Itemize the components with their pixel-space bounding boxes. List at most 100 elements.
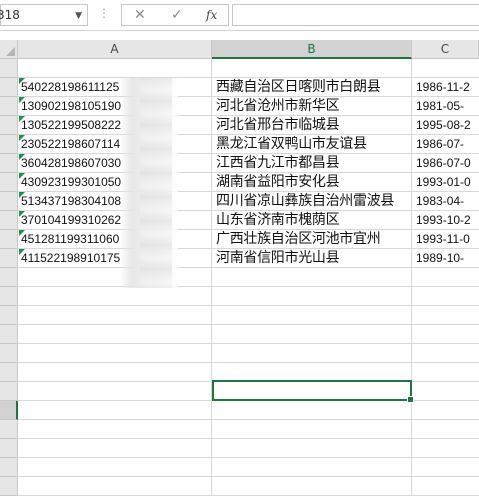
active-cell-selection[interactable]: [212, 380, 414, 403]
row-header[interactable]: 3: [0, 287, 18, 306]
cell-c[interactable]: 1981-05-: [416, 97, 479, 116]
number-as-text-flag-icon[interactable]: [19, 97, 25, 103]
column-header-a[interactable]: A: [18, 40, 212, 59]
number-as-text-flag-icon[interactable]: [19, 135, 25, 141]
cell-a[interactable]: 451281199311060: [21, 230, 212, 249]
row-header[interactable]: 0: [0, 230, 18, 249]
row-header-label: 1: [16, 61, 17, 75]
cell-a[interactable]: 130902198105190: [21, 97, 212, 116]
cell-c[interactable]: 1986-11-2: [416, 78, 479, 97]
cell-b[interactable]: 西藏自治区日喀则市白朗县: [216, 78, 410, 97]
chevron-down-icon[interactable]: ▼: [75, 6, 82, 26]
row-header[interactable]: 6: [0, 154, 18, 173]
row-header-label: 9: [15, 403, 16, 417]
row-header-label: 7: [16, 175, 17, 189]
cell-b[interactable]: 河北省邢台市临城县: [216, 116, 410, 135]
row-header[interactable]: 1: [0, 439, 18, 458]
row-header-label: 6: [16, 346, 17, 360]
cell-a[interactable]: [21, 59, 212, 78]
cell-b[interactable]: 江西省九江市都昌县: [216, 154, 410, 173]
row-header[interactable]: 3: [0, 477, 18, 496]
row-gridline: [18, 476, 479, 477]
row-header[interactable]: 8: [0, 382, 18, 401]
cell-b[interactable]: 山东省济南市槐荫区: [216, 211, 410, 230]
cell-c[interactable]: 1989-10-: [416, 249, 479, 268]
row-header[interactable]: 4: [0, 116, 18, 135]
number-as-text-flag-icon[interactable]: [19, 78, 25, 84]
cell-a[interactable]: 370104199310262: [21, 211, 212, 230]
formula-bar-grip-icon[interactable]: ⋮: [98, 7, 110, 19]
cell-c[interactable]: 1986-07-: [416, 135, 479, 154]
row-gridline: [18, 438, 479, 439]
cell-a[interactable]: 130522199508222: [21, 116, 212, 135]
row-header-label: 0: [16, 232, 17, 246]
row-header[interactable]: 1: [0, 59, 18, 78]
cell-a[interactable]: 230522198607114: [21, 135, 212, 154]
number-as-text-flag-icon[interactable]: [19, 173, 25, 179]
column-header-b[interactable]: B: [212, 40, 412, 59]
redaction-blur: [140, 78, 172, 288]
column-header-c[interactable]: C: [412, 40, 479, 59]
cell-c[interactable]: 1993-11-0: [416, 230, 479, 249]
name-box[interactable]: 318 ▼: [0, 4, 88, 26]
row-header[interactable]: 7: [0, 363, 18, 382]
cancel-icon[interactable]: ✕: [134, 7, 146, 23]
column-gridline: [411, 59, 412, 496]
cell-c[interactable]: 1983-04-: [416, 192, 479, 211]
row-header-label: 7: [16, 365, 17, 379]
row-header-label: 3: [16, 479, 17, 493]
row-header[interactable]: 0: [0, 420, 18, 439]
cell-b[interactable]: 黑龙江省双鸭山市友谊县: [216, 135, 410, 154]
cell-a[interactable]: 430923199301050: [21, 173, 212, 192]
row-header-label: 4: [16, 118, 17, 132]
formula-input[interactable]: [232, 4, 479, 26]
row-header[interactable]: 6: [0, 344, 18, 363]
row-header-label: 0: [16, 422, 17, 436]
cell-b[interactable]: 广西壮族自治区河池市宜州: [216, 230, 410, 249]
cell-b[interactable]: 湖南省益阳市安化县: [216, 173, 410, 192]
cell-b[interactable]: 四川省凉山彝族自治州雷波县: [216, 192, 410, 211]
enter-icon[interactable]: ✓: [171, 7, 183, 23]
cell-a[interactable]: 540228198611125: [21, 78, 212, 97]
row-header[interactable]: 5: [0, 135, 18, 154]
row-header[interactable]: 2: [0, 268, 18, 287]
number-as-text-flag-icon[interactable]: [19, 249, 25, 255]
fill-handle[interactable]: [407, 396, 414, 403]
cell-a[interactable]: 411522198910175: [21, 249, 212, 268]
insert-function-icon[interactable]: fx: [206, 7, 217, 23]
row-header-label: 8: [16, 384, 17, 398]
row-header[interactable]: 2: [0, 78, 18, 97]
row-header[interactable]: 3: [0, 97, 18, 116]
row-header-label: 2: [16, 460, 17, 474]
cell-c[interactable]: 1995-08-2: [416, 116, 479, 135]
cell-c[interactable]: 1986-07-0: [416, 154, 479, 173]
number-as-text-flag-icon[interactable]: [19, 211, 25, 217]
cell-b[interactable]: 河北省沧州市新华区: [216, 97, 410, 116]
row-header[interactable]: 9: [0, 401, 18, 420]
cell-b[interactable]: [216, 59, 410, 78]
row-header[interactable]: 5: [0, 325, 18, 344]
number-as-text-flag-icon[interactable]: [19, 154, 25, 160]
row-gridline: [18, 324, 479, 325]
cell-b[interactable]: 河南省信阳市光山县: [216, 249, 410, 268]
row-header[interactable]: 1: [0, 249, 18, 268]
row-header[interactable]: 4: [0, 306, 18, 325]
cell-a[interactable]: 513437198304108: [21, 192, 212, 211]
select-all-button[interactable]: [0, 40, 18, 59]
row-header[interactable]: 2: [0, 458, 18, 477]
row-header[interactable]: 7: [0, 173, 18, 192]
row-header-label: 3: [16, 289, 17, 303]
cell-c[interactable]: 1993-10-2: [416, 211, 479, 230]
row-header[interactable]: 8: [0, 192, 18, 211]
number-as-text-flag-icon[interactable]: [19, 192, 25, 198]
row-gridline: [18, 457, 479, 458]
row-header-label: 8: [16, 194, 17, 208]
row-header-label: 9: [16, 213, 17, 227]
cell-c[interactable]: 1993-01-0: [416, 173, 479, 192]
cell-c[interactable]: [416, 59, 479, 78]
row-header[interactable]: 9: [0, 211, 18, 230]
number-as-text-flag-icon[interactable]: [19, 230, 25, 236]
cell-a[interactable]: 360428198607030: [21, 154, 212, 173]
number-as-text-flag-icon[interactable]: [19, 116, 25, 122]
row-header-label: 4: [16, 308, 17, 322]
